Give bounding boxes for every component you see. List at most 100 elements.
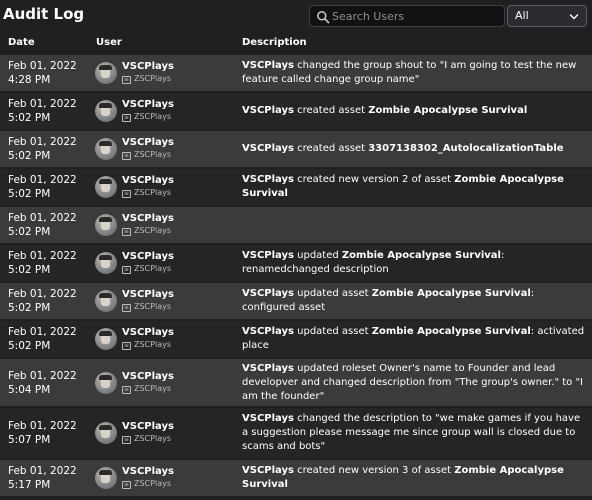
description-highlight: Zombie Apocalypse Survival [341, 250, 501, 261]
avatar[interactable] [95, 422, 117, 444]
user-handle: ≡ ZSCPlays [122, 188, 171, 198]
avatar[interactable] [95, 138, 117, 160]
avatar[interactable] [95, 467, 117, 489]
row-description: VSCPlays created new version 2 of asset … [242, 173, 587, 201]
user-name-link[interactable]: VSCPlays [122, 213, 174, 224]
user-name-link[interactable]: VSCPlays [122, 61, 174, 72]
avatar-hair [99, 141, 112, 146]
audit-log-header: Audit Log All [0, 0, 592, 32]
verified-badge-icon: ≡ [122, 228, 131, 236]
user-handle-text: ZSCPlays [134, 264, 171, 273]
user-name-link[interactable]: VSCPlays [122, 137, 174, 148]
user-name-link[interactable]: VSCPlays [122, 371, 174, 382]
description-highlight: Zombie Apocalypse Survival [368, 105, 528, 116]
user-handle-text: ZSCPlays [134, 226, 171, 235]
row-description: VSCPlays updated roleset Owner's name to… [242, 362, 587, 404]
row-date-time: 5:02 PM [8, 150, 51, 162]
user-handle-text: ZSCPlays [134, 112, 171, 121]
verified-badge-icon: ≡ [122, 266, 131, 274]
verified-badge-icon: ≡ [122, 114, 131, 122]
verified-badge-icon: ≡ [122, 436, 131, 444]
avatar[interactable] [95, 252, 117, 274]
filter-dropdown[interactable]: All [507, 5, 587, 27]
row-date-day: Feb 01, 2022 [8, 288, 77, 300]
table-row: Feb 01, 2022 5:02 PM VSCPlays ≡ ZSCPlays VSCP… [0, 169, 592, 205]
description-text: created new version 3 of asset [293, 465, 455, 476]
row-date-time: 5:02 PM [8, 188, 51, 200]
row-description: VSCPlays created new version 3 of asset … [242, 464, 587, 492]
avatar[interactable] [95, 62, 117, 84]
row-date-time: 5:02 PM [8, 302, 51, 314]
user-handle-text: ZSCPlays [134, 434, 171, 443]
row-date: Feb 01, 2022 5:02 PM [8, 287, 77, 315]
search-icon [317, 11, 330, 24]
description-text: updated roleset Owner's name to Founder … [242, 362, 583, 402]
avatar[interactable] [95, 176, 117, 198]
verified-badge-icon: ≡ [122, 385, 131, 394]
avatar[interactable] [95, 214, 117, 236]
search-box[interactable] [309, 5, 505, 27]
description-highlight: Zombie Apocalypse Survival [371, 326, 531, 337]
description-highlight: VSCPlays [242, 326, 294, 337]
column-header-user: User [96, 37, 122, 48]
user-handle: ≡ ZSCPlays [122, 74, 171, 84]
avatar[interactable] [95, 100, 117, 122]
row-date: Feb 01, 2022 5:02 PM [8, 325, 77, 353]
verified-badge-icon: ≡ [122, 152, 131, 160]
description-highlight: VSCPlays [242, 60, 294, 71]
user-handle-text: ZSCPlays [134, 479, 171, 488]
user-name-link[interactable]: VSCPlays [122, 175, 174, 186]
description-highlight: VSCPlays [242, 362, 294, 374]
filter-value: All [515, 9, 529, 22]
verified-badge-icon: ≡ [122, 481, 131, 489]
user-handle: ≡ ZSCPlays [122, 384, 171, 394]
description-text: created asset [293, 143, 369, 154]
user-name-link[interactable]: VSCPlays [122, 421, 174, 432]
description-highlight: VSCPlays [242, 105, 294, 116]
avatar-hair [99, 293, 112, 298]
user-handle-text: ZSCPlays [134, 150, 171, 159]
verified-badge-icon: ≡ [122, 304, 131, 312]
row-date-time: 5:04 PM [8, 383, 51, 396]
user-handle-text: ZSCPlays [134, 302, 171, 311]
description-text: updated asset [293, 288, 372, 299]
user-name-link[interactable]: VSCPlays [122, 466, 174, 477]
verified-badge-icon: ≡ [122, 190, 131, 198]
row-date: Feb 01, 2022 5:04 PM [8, 369, 77, 397]
verified-badge-icon: ≡ [122, 342, 131, 350]
user-handle: ≡ ZSCPlays [122, 264, 171, 274]
table-row: Feb 01, 2022 5:04 PM VSCPlays ≡ ZSCPlays VSCP… [0, 359, 592, 406]
avatar[interactable] [95, 371, 117, 394]
row-date-day: Feb 01, 2022 [8, 136, 77, 148]
row-date-day: Feb 01, 2022 [8, 465, 77, 477]
user-name-link[interactable]: VSCPlays [122, 99, 174, 110]
row-date-day: Feb 01, 2022 [8, 60, 77, 72]
avatar-hair [99, 179, 112, 184]
description-text: updated [293, 250, 342, 261]
user-name-link[interactable]: VSCPlays [122, 251, 174, 262]
user-name-link[interactable]: VSCPlays [122, 289, 174, 300]
description-highlight: 3307138302_AutolocalizationTable [368, 143, 564, 154]
description-highlight: VSCPlays [242, 288, 294, 299]
avatar[interactable] [95, 328, 117, 350]
description-highlight: VSCPlays [242, 143, 294, 154]
avatar[interactable] [95, 290, 117, 312]
column-header-date: Date [8, 37, 35, 48]
description-highlight: VSCPlays [242, 250, 294, 261]
row-description: VSCPlays updated asset Zombie Apocalypse… [242, 287, 587, 315]
row-date-day: Feb 01, 2022 [8, 212, 77, 224]
description-text: created new version 2 of asset [293, 174, 455, 185]
table-row: Feb 01, 2022 5:02 PM VSCPlays ≡ ZSCPlays VSCP… [0, 131, 592, 167]
user-handle-text: ZSCPlays [134, 74, 171, 83]
description-text: created asset [293, 105, 369, 116]
column-headers: Date User Description [0, 33, 592, 53]
search-input[interactable] [332, 7, 502, 25]
avatar-hair [99, 374, 112, 380]
user-name-link[interactable]: VSCPlays [122, 327, 174, 338]
row-date: Feb 01, 2022 5:02 PM [8, 173, 77, 201]
user-handle: ≡ ZSCPlays [122, 112, 171, 122]
user-handle-text: ZSCPlays [134, 188, 171, 197]
row-date-time: 4:28 PM [8, 74, 51, 86]
row-date-time: 5:02 PM [8, 112, 51, 124]
row-date-time: 5:07 PM [8, 434, 51, 446]
